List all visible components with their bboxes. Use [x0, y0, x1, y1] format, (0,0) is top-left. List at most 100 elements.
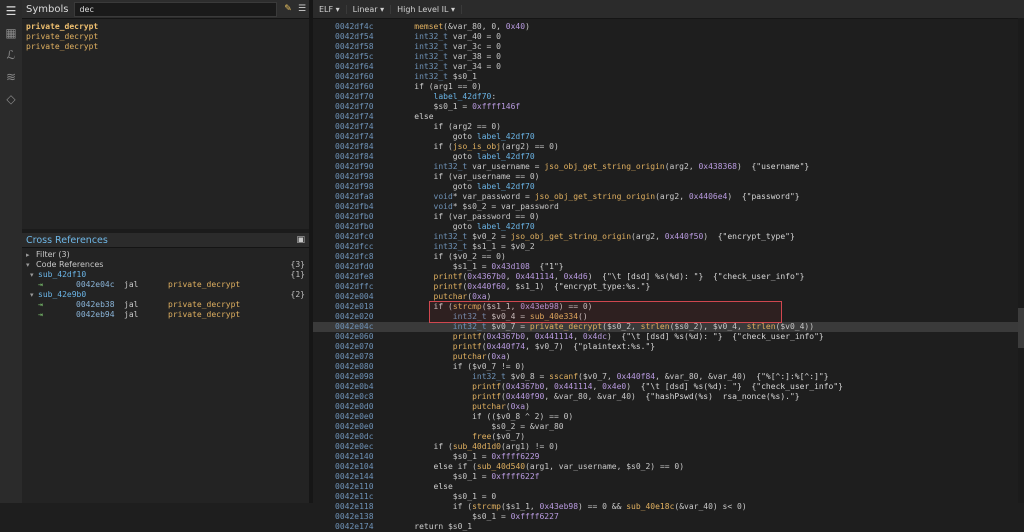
line-address: 0042dfb0: [335, 222, 374, 231]
scrollbar-thumb[interactable]: [1018, 308, 1024, 348]
symbol-item[interactable]: private_decrypt: [26, 22, 305, 32]
line-address: 0042e11c: [335, 492, 374, 501]
code-line[interactable]: 0042df64 int32_t var_34 = 0: [313, 62, 1024, 72]
code-line[interactable]: 0042df74 goto label_42df70: [313, 132, 1024, 142]
code-line[interactable]: 0042df74 if (arg2 == 0): [313, 122, 1024, 132]
code-line[interactable]: 0042e0e0 $s0_2 = &var_80: [313, 422, 1024, 432]
code-line[interactable]: 0042df54 int32_t var_40 = 0: [313, 32, 1024, 42]
code-line[interactable]: 0042df98 goto label_42df70: [313, 182, 1024, 192]
hlil-listing[interactable]: 0042df4c memset(&var_80, 0, 0x40) 0042df5…: [313, 19, 1024, 532]
code-line[interactable]: 0042e070 printf(0x440f74, $v0_7) {"plain…: [313, 342, 1024, 352]
chevron-down-icon: ▾: [26, 261, 30, 269]
line-address: 0042e0e0: [335, 422, 374, 431]
menu-icon[interactable]: ☰: [295, 2, 309, 16]
code-line[interactable]: 0042e0d0 putchar(0xa): [313, 402, 1024, 412]
code-line[interactable]: 0042e0dc free($v0_7): [313, 432, 1024, 442]
code-line[interactable]: 0042df74 else: [313, 112, 1024, 122]
xref-entry[interactable]: ⇥ 0042e04c jal private_decrypt: [26, 280, 305, 290]
symbol-item[interactable]: private_decrypt: [26, 42, 305, 52]
line-address: 0042e110: [335, 482, 374, 491]
code-line[interactable]: 0042e020 int32_t $v0_4 = sub_40e334(): [313, 312, 1024, 322]
code-line[interactable]: 0042dfcc int32_t $s1_1 = $v0_2: [313, 242, 1024, 252]
code-line[interactable]: 0042e004 putchar(0xa): [313, 292, 1024, 302]
code-line[interactable]: 0042dfd0 $s1_1 = 0x43d108 {"1"}: [313, 262, 1024, 272]
line-text: memset(&var_80, 0, 0x40): [414, 22, 530, 31]
line-address: 0042df74: [335, 132, 374, 141]
code-line[interactable]: 0042e0c8 printf(0x440f90, &var_80, &var_…: [313, 392, 1024, 402]
code-line[interactable]: 0042dfb0 if (var_password == 0): [313, 212, 1024, 222]
code-line[interactable]: 0042e174 return $s0_1: [313, 522, 1024, 532]
code-line[interactable]: 0042e104 else if (sub_40d540(arg1, var_u…: [313, 462, 1024, 472]
line-text: if (arg1 == 0): [414, 82, 482, 91]
line-text: printf(0x4367b0, 0x441114, 0x4d6) {"\t […: [433, 272, 805, 281]
stack-icon[interactable]: ≋: [0, 66, 22, 88]
code-line[interactable]: 0042e018 if (strcmp($s1_1, 0x43eb98) == …: [313, 302, 1024, 312]
line-text: $s0_1 = 0xffff6227: [395, 512, 559, 521]
code-line[interactable]: 0042dfb0 goto label_42df70: [313, 222, 1024, 232]
xref-entry[interactable]: ⇥ 0042eb94 jal private_decrypt: [26, 310, 305, 320]
code-line[interactable]: 0042df70 label_42df70:: [313, 92, 1024, 102]
vertical-scrollbar[interactable]: [1018, 18, 1024, 503]
code-line[interactable]: 0042e138 $s0_1 = 0xffff6227: [313, 512, 1024, 522]
code-line[interactable]: 0042dfa8 void* var_password = jso_obj_ge…: [313, 192, 1024, 202]
code-line[interactable]: 0042dffc printf(0x440f60, $s1_1) {"encry…: [313, 282, 1024, 292]
line-address: 0042df5c: [335, 52, 374, 61]
code-line[interactable]: 0042df98 if (var_username == 0): [313, 172, 1024, 182]
line-text: if ($v0_7 != 0): [452, 362, 526, 371]
view-toolbar: ELF ▾ Linear ▾ High Level IL ▾: [313, 0, 1024, 19]
pin-icon[interactable]: ▣: [296, 235, 305, 245]
xref-group[interactable]: ▾ sub_42e9b0 {2}: [26, 290, 305, 300]
xref-target: private_decrypt: [168, 280, 241, 289]
code-line[interactable]: 0042df4c memset(&var_80, 0, 0x40): [313, 22, 1024, 32]
line-text: putchar(0xa): [472, 402, 530, 411]
xref-group[interactable]: ▾ sub_42df10 {1}: [26, 270, 305, 280]
line-text: int32_t var_34 = 0: [414, 62, 501, 71]
il-level-select[interactable]: High Level IL ▾: [391, 4, 463, 14]
code-line[interactable]: 0042df70 $s0_1 = 0xffff146f: [313, 102, 1024, 112]
xref-target: private_decrypt: [168, 300, 241, 309]
layout-mode-select[interactable]: Linear ▾: [347, 4, 392, 14]
tags-icon[interactable]: ◇: [0, 88, 22, 110]
xref-address: 0042eb94: [76, 310, 115, 319]
line-address: 0042e080: [335, 362, 374, 371]
lambda-icon[interactable]: ℒ: [0, 44, 22, 66]
code-line[interactable]: 0042e11c $s0_1 = 0: [313, 492, 1024, 502]
code-line[interactable]: 0042e078 putchar(0xa): [313, 352, 1024, 362]
code-line[interactable]: 0042df60 int32_t $s0_1: [313, 72, 1024, 82]
types-icon[interactable]: ▦: [0, 22, 22, 44]
code-line[interactable]: 0042e060 printf(0x4367b0, 0x441114, 0x4d…: [313, 332, 1024, 342]
code-line[interactable]: 0042e098 int32_t $v0_8 = sscanf($v0_7, 0…: [313, 372, 1024, 382]
code-line[interactable]: 0042e118 if (strcmp($s1_1, 0x43eb98) == …: [313, 502, 1024, 512]
code-line[interactable]: 0042df90 int32_t var_username = jso_obj_…: [313, 162, 1024, 172]
code-line[interactable]: 0042df84 goto label_42df70: [313, 152, 1024, 162]
code-line[interactable]: 0042e0e0 if (($v0_8 ^ 2) == 0): [313, 412, 1024, 422]
xref-entry[interactable]: ⇥ 0042eb38 jal private_decrypt: [26, 300, 305, 310]
code-references-row[interactable]: ▾ Code References {3}: [26, 260, 305, 270]
code-line[interactable]: 0042df84 if (jso_is_obj(arg2) == 0): [313, 142, 1024, 152]
code-line[interactable]: 0042e080 if ($v0_7 != 0): [313, 362, 1024, 372]
line-address: 0042df84: [335, 152, 374, 161]
activity-bar: ☰ ▦ ℒ ≋ ◇: [0, 0, 23, 503]
binary-view-select[interactable]: ELF ▾: [313, 4, 347, 14]
symbol-item[interactable]: private_decrypt: [26, 32, 305, 42]
code-line[interactable]: 0042df5c int32_t var_38 = 0: [313, 52, 1024, 62]
symbols-header: Symbols ✎ ☰: [22, 0, 309, 19]
code-line[interactable]: 0042e0b4 printf(0x4367b0, 0x441114, 0x4e…: [313, 382, 1024, 392]
code-line[interactable]: 0042e0ec if (sub_40d1d0(arg1) != 0): [313, 442, 1024, 452]
code-line[interactable]: 0042dfc0 int32_t $v0_2 = jso_obj_get_str…: [313, 232, 1024, 242]
filter-row[interactable]: ▸ Filter (3): [26, 250, 305, 260]
code-line[interactable]: 0042dfe8 printf(0x4367b0, 0x441114, 0x4d…: [313, 272, 1024, 282]
code-line[interactable]: 0042dfb4 void* $s0_2 = var_password: [313, 202, 1024, 212]
code-line[interactable]: 0042e110 else: [313, 482, 1024, 492]
clear-search-icon[interactable]: ✎: [281, 2, 295, 16]
symbols-search-input[interactable]: [74, 1, 277, 17]
line-address: 0042df74: [335, 122, 374, 131]
symbols-icon[interactable]: ☰: [0, 0, 22, 22]
code-line[interactable]: 0042e144 $s0_1 = 0xffff622f: [313, 472, 1024, 482]
code-line[interactable]: 0042e140 $s0_1 = 0xffff6229: [313, 452, 1024, 462]
code-line[interactable]: 0042df60 if (arg1 == 0): [313, 82, 1024, 92]
line-text: $s0_1 = 0xffff146f: [395, 102, 521, 111]
code-line[interactable]: 0042df58 int32_t var_3c = 0: [313, 42, 1024, 52]
code-line-selected[interactable]: 0042e04c int32_t $v0_7 = private_decrypt…: [313, 322, 1024, 332]
code-line[interactable]: 0042dfc8 if ($v0_2 == 0): [313, 252, 1024, 262]
